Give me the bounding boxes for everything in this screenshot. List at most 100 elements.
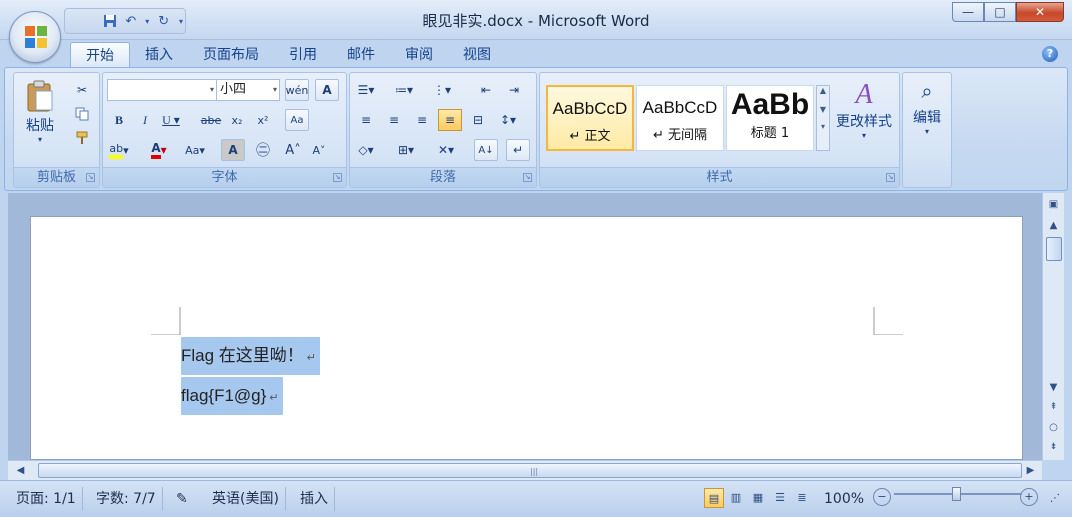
align-center-icon[interactable]: ≡ xyxy=(382,109,406,131)
office-logo-icon xyxy=(25,26,47,48)
tab-references[interactable]: 引用 xyxy=(274,42,332,68)
font-size-combo[interactable]: 小四 ▾ xyxy=(216,79,280,101)
style-sample: AaBb xyxy=(730,88,810,121)
clipboard-launcher-icon[interactable]: ↘ xyxy=(86,173,95,182)
superscript-icon[interactable]: x² xyxy=(251,109,275,131)
tab-mailings[interactable]: 邮件 xyxy=(332,42,390,68)
chinese-layout-icon[interactable]: ✕▾ xyxy=(434,139,458,161)
change-styles-button[interactable]: A 更改样式 ▾ xyxy=(832,79,896,140)
gallery-up-icon[interactable]: ▲ xyxy=(817,86,829,95)
align-right-icon[interactable]: ≡ xyxy=(410,109,434,131)
page-count[interactable]: 页面: 1/1 xyxy=(10,487,83,511)
zoom-slider-thumb[interactable] xyxy=(952,487,961,501)
multilevel-list-icon[interactable]: ⋮▾ xyxy=(430,79,454,101)
gallery-down-icon[interactable]: ▼ xyxy=(817,105,829,114)
justify-icon[interactable]: ≡ xyxy=(438,109,462,131)
italic-icon[interactable]: I xyxy=(133,109,157,131)
change-styles-dropdown-icon: ▾ xyxy=(861,131,866,140)
styles-gallery-scroll[interactable]: ▲ ▼ ▾ xyxy=(816,85,830,151)
grow-font-icon[interactable]: A˄ xyxy=(281,139,305,161)
insert-mode-status[interactable]: 插入 xyxy=(294,487,335,511)
format-painter-icon[interactable] xyxy=(70,127,94,149)
underline-icon[interactable]: U ▾ xyxy=(159,109,183,131)
tab-review[interactable]: 审阅 xyxy=(390,42,448,68)
full-screen-reading-icon[interactable]: ▥ xyxy=(726,488,746,508)
maximize-button[interactable]: □ xyxy=(984,2,1016,22)
browse-object-icon[interactable]: ○ xyxy=(1045,419,1062,436)
styles-launcher-icon[interactable]: ↘ xyxy=(886,173,895,182)
horizontal-scrollbar[interactable]: ◀ ||| ▶ xyxy=(8,460,1042,480)
line-spacing-icon[interactable]: ↕▾ xyxy=(496,109,520,131)
copy-icon[interactable] xyxy=(70,103,94,125)
bullets-icon[interactable]: ☰▾ xyxy=(354,79,378,101)
horizontal-scroll-thumb[interactable]: ||| xyxy=(38,463,1022,478)
paste-button[interactable]: 粘贴 ▾ xyxy=(20,79,60,144)
vertical-scrollbar[interactable]: ▣ ▲ ▼ ⇞ ○ ⇟ xyxy=(1042,193,1064,460)
enclose-char-icon[interactable]: ㊁ xyxy=(251,139,275,161)
help-icon[interactable]: ? xyxy=(1042,46,1058,62)
next-page-icon[interactable]: ⇟ xyxy=(1045,439,1062,456)
scroll-up-icon[interactable]: ▲ xyxy=(1045,217,1062,234)
outline-view-icon[interactable]: ☰ xyxy=(770,488,790,508)
word-count[interactable]: 字数: 7/7 xyxy=(90,487,163,511)
tab-insert[interactable]: 插入 xyxy=(130,42,188,68)
gallery-more-icon[interactable]: ▾ xyxy=(817,122,829,131)
scroll-down-icon[interactable]: ▼ xyxy=(1045,379,1062,396)
style-heading-1[interactable]: AaBb 标题 1 xyxy=(726,85,814,151)
web-layout-icon[interactable]: ▦ xyxy=(748,488,768,508)
style-no-spacing[interactable]: AaBbCcD ↵ 无间隔 xyxy=(636,85,724,151)
font-launcher-icon[interactable]: ↘ xyxy=(333,173,342,182)
draft-view-icon[interactable]: ≣ xyxy=(792,488,812,508)
proofing-icon[interactable]: ✎ xyxy=(170,487,194,511)
print-layout-view-icon[interactable]: ▤ xyxy=(704,488,724,508)
scroll-left-icon[interactable]: ◀ xyxy=(12,462,29,479)
strikethrough-icon[interactable]: abe xyxy=(199,109,223,131)
zoom-level[interactable]: 100% xyxy=(818,487,870,511)
shading-icon[interactable]: ◇▾ xyxy=(354,139,378,161)
minimize-button[interactable]: — xyxy=(952,2,984,22)
distributed-icon[interactable]: ⊟ xyxy=(466,109,490,131)
align-left-icon[interactable]: ≡ xyxy=(354,109,378,131)
tab-view[interactable]: 视图 xyxy=(448,42,506,68)
paragraph-launcher-icon[interactable]: ↘ xyxy=(523,173,532,182)
zoom-out-icon[interactable]: − xyxy=(873,488,891,506)
subscript-icon[interactable]: x₂ xyxy=(225,109,249,131)
editing-button[interactable]: ⌕ 编辑 ▾ xyxy=(907,79,947,136)
style-sample: AaBbCcD xyxy=(642,98,718,117)
office-button[interactable] xyxy=(9,11,61,63)
font-name-combo[interactable]: ▾ xyxy=(107,79,217,101)
highlight-color-icon[interactable]: ab ▾ xyxy=(107,139,131,161)
tab-page-layout[interactable]: 页面布局 xyxy=(188,42,274,68)
ruler-toggle-icon[interactable]: ▣ xyxy=(1045,196,1062,213)
scroll-right-icon[interactable]: ▶ xyxy=(1022,462,1039,479)
document-line[interactable]: Flag 在这里呦！ ↵ xyxy=(181,337,321,375)
window-title: 眼见非实.docx - Microsoft Word xyxy=(422,12,650,30)
language-status[interactable]: 英语(美国) xyxy=(206,487,286,511)
binoculars-icon: ⌕ xyxy=(921,79,933,103)
zoom-in-icon[interactable]: + xyxy=(1020,488,1038,506)
change-case-icon[interactable]: Aa▾ xyxy=(183,139,207,161)
shrink-font-icon[interactable]: A˅ xyxy=(307,139,331,161)
tab-home[interactable]: 开始 xyxy=(70,42,130,68)
borders-icon[interactable]: ⊞▾ xyxy=(394,139,418,161)
vertical-scroll-thumb[interactable] xyxy=(1046,237,1062,261)
numbering-icon[interactable]: ≔▾ xyxy=(392,79,416,101)
font-color-icon[interactable]: A ▾ xyxy=(147,139,171,161)
char-border-icon[interactable]: A xyxy=(315,79,339,101)
bold-icon[interactable]: B xyxy=(107,109,131,131)
show-marks-icon[interactable]: ↵ xyxy=(506,139,530,161)
close-button[interactable]: ✕ xyxy=(1016,2,1064,22)
document-page[interactable]: Flag 在这里呦！ ↵ flag{F1@g} ↵ xyxy=(30,216,1023,460)
resize-grip-icon[interactable]: ⋰ xyxy=(1044,487,1066,511)
document-line[interactable]: flag{F1@g} ↵ xyxy=(181,377,283,415)
previous-page-icon[interactable]: ⇞ xyxy=(1045,399,1062,416)
clear-formatting-icon[interactable]: Aa xyxy=(285,109,309,131)
char-shading-icon[interactable]: A xyxy=(221,139,245,161)
sort-icon[interactable]: A↓ xyxy=(474,139,498,161)
decrease-indent-icon[interactable]: ⇤ xyxy=(474,79,498,101)
style-normal[interactable]: AaBbCcD ↵ 正文 xyxy=(546,85,634,151)
title-bar: ↶ ▾ ↻ ▾ 眼见非实.docx - Microsoft Word — □ ✕ xyxy=(0,0,1072,40)
phonetic-guide-icon[interactable]: wén xyxy=(285,79,309,101)
cut-icon[interactable]: ✂ xyxy=(70,79,94,101)
increase-indent-icon[interactable]: ⇥ xyxy=(502,79,526,101)
